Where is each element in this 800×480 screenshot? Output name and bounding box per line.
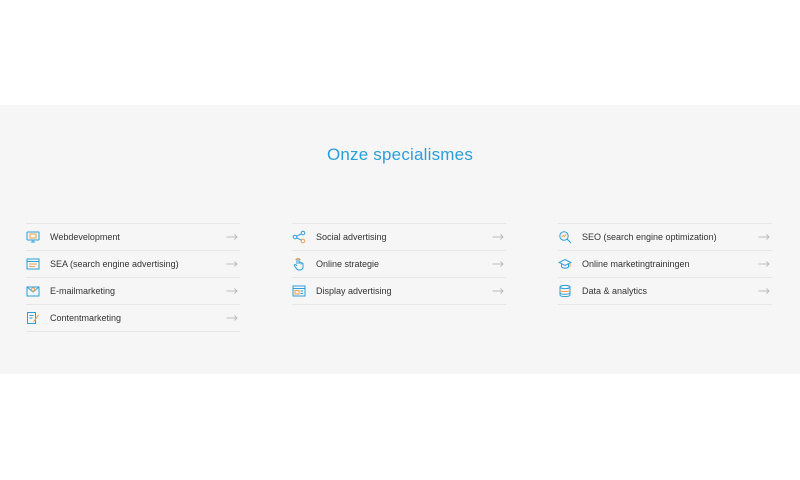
arrow-right-icon bbox=[226, 314, 238, 322]
specialism-label: Social advertising bbox=[316, 232, 387, 242]
envelope-icon bbox=[26, 284, 40, 298]
specialism-label: Online strategie bbox=[316, 259, 380, 269]
arrow-right-icon bbox=[758, 233, 770, 241]
specialism-label: Contentmarketing bbox=[50, 313, 122, 323]
arrow-right-icon bbox=[492, 287, 504, 295]
display-banner-icon bbox=[292, 284, 306, 298]
specialism-item-webdevelopment[interactable]: Webdevelopment bbox=[26, 223, 240, 250]
arrow-right-icon bbox=[226, 233, 238, 241]
specialism-item-social-advertising[interactable]: Social advertising bbox=[292, 223, 506, 250]
database-icon bbox=[558, 284, 572, 298]
specialism-item-online-strategie[interactable]: Online strategie bbox=[292, 250, 506, 277]
specialism-item-contentmarketing[interactable]: Contentmarketing bbox=[26, 304, 240, 332]
specialism-label: SEA (search engine advertising) bbox=[50, 259, 179, 269]
section-title: Onze specialismes bbox=[326, 145, 474, 164]
arrow-right-icon bbox=[226, 260, 238, 268]
specialism-item-seo[interactable]: SEO (search engine optimization) bbox=[558, 223, 772, 250]
specialisms-column-2: Social advertising Online strategie Disp… bbox=[292, 223, 506, 305]
magnifier-icon bbox=[558, 230, 572, 244]
specialism-item-emailmarketing[interactable]: E-mailmarketing bbox=[26, 277, 240, 304]
arrow-right-icon bbox=[226, 287, 238, 295]
arrow-right-icon bbox=[758, 287, 770, 295]
specialisms-column-1: Webdevelopment SEA (search engine advert… bbox=[26, 223, 240, 332]
specialism-item-display-advertising[interactable]: Display advertising bbox=[292, 277, 506, 305]
monitor-icon bbox=[26, 230, 40, 244]
specialisms-column-3: SEO (search engine optimization) Online … bbox=[558, 223, 772, 305]
page: Onze specialismes Webdevelopment SEA (se… bbox=[0, 0, 800, 480]
specialism-item-sea[interactable]: SEA (search engine advertising) bbox=[26, 250, 240, 277]
specialism-label: Online marketingtrainingen bbox=[582, 259, 690, 269]
share-icon bbox=[292, 230, 306, 244]
arrow-right-icon bbox=[492, 260, 504, 268]
specialism-label: Display advertising bbox=[316, 286, 392, 296]
browser-ad-icon bbox=[26, 257, 40, 271]
specialism-item-data-analytics[interactable]: Data & analytics bbox=[558, 277, 772, 305]
specialism-item-online-marketingtrainingen[interactable]: Online marketingtrainingen bbox=[558, 250, 772, 277]
specialism-label: E-mailmarketing bbox=[50, 286, 116, 296]
specialism-label: SEO (search engine optimization) bbox=[582, 232, 717, 242]
arrow-right-icon bbox=[492, 233, 504, 241]
specialism-label: Webdevelopment bbox=[50, 232, 120, 242]
hand-pointer-icon bbox=[292, 257, 306, 271]
graduation-cap-icon bbox=[558, 257, 572, 271]
specialism-label: Data & analytics bbox=[582, 286, 648, 296]
pencil-document-icon bbox=[26, 311, 40, 325]
arrow-right-icon bbox=[758, 260, 770, 268]
